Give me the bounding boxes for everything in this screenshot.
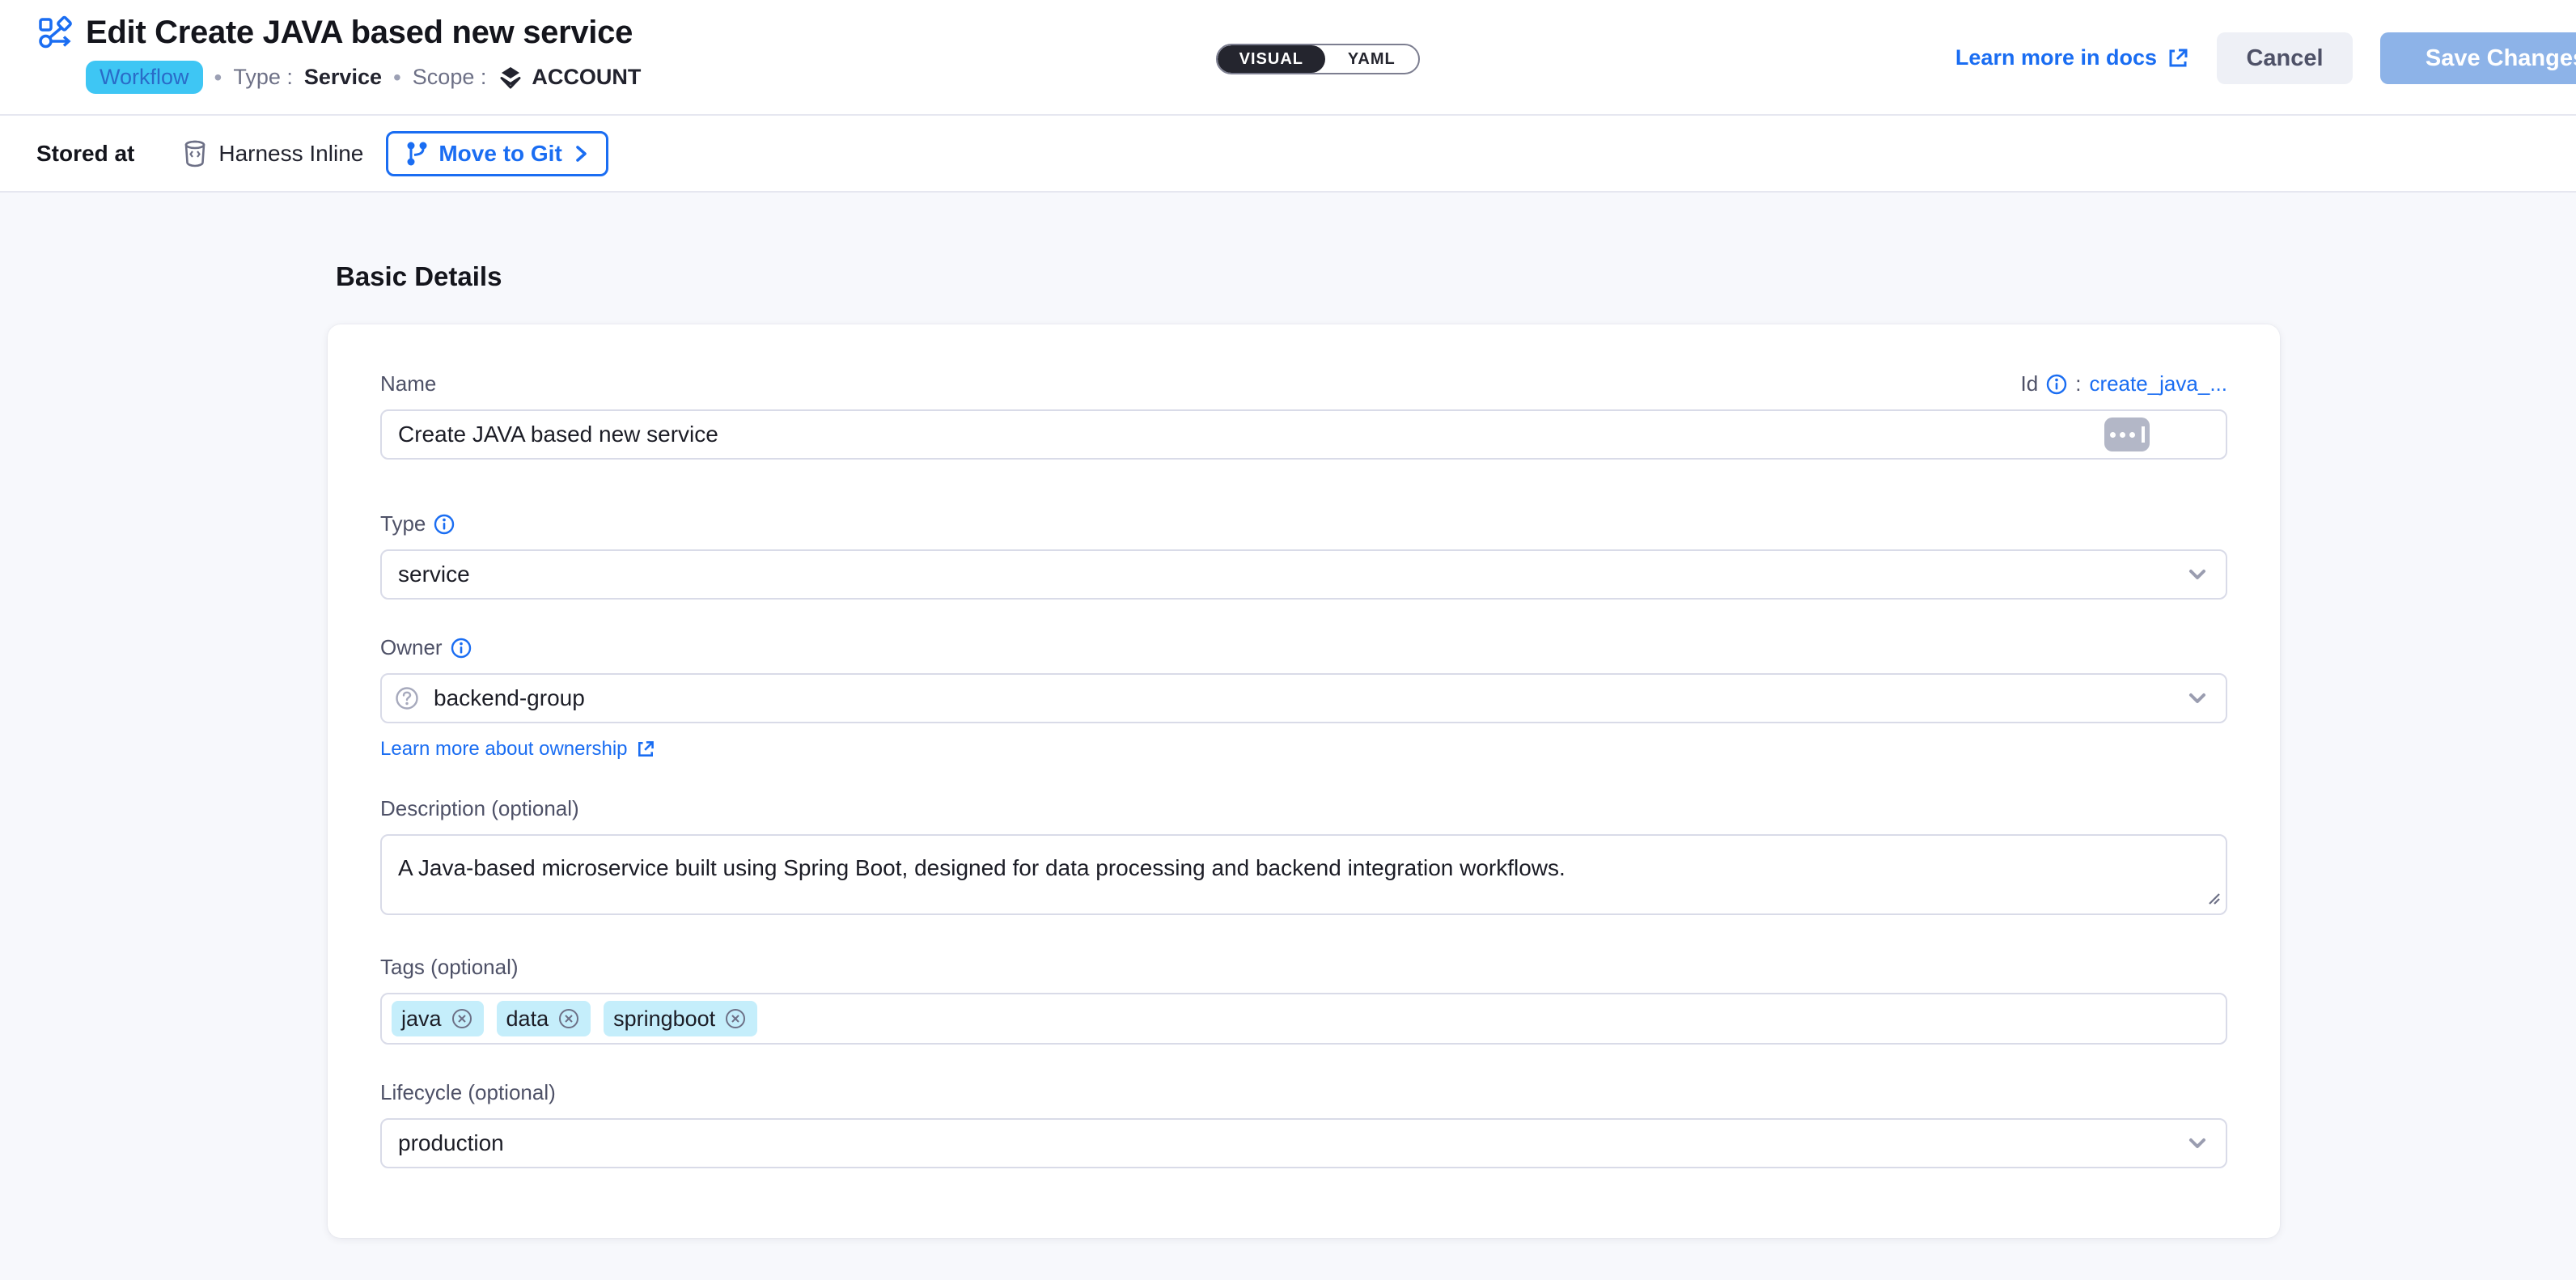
remove-tag-icon[interactable] (557, 1007, 581, 1031)
tag-chip: springboot (604, 1001, 757, 1036)
tag-chip: data (497, 1001, 591, 1036)
type-label: Type (380, 511, 426, 536)
separator-dot: • (214, 65, 222, 91)
lifecycle-select[interactable] (380, 1118, 2227, 1168)
entity-id-value[interactable]: create_java_... (2089, 371, 2227, 396)
entity-id-block: Id : create_java_... (2021, 371, 2227, 396)
chevron-right-icon (572, 143, 590, 164)
storage-bar: Stored at Harness Inline Move to Git (0, 116, 2576, 193)
lifecycle-label: Lifecycle (optional) (380, 1080, 556, 1105)
type-meta-value: Service (304, 65, 382, 90)
separator-dot: • (393, 65, 401, 91)
type-select[interactable] (380, 549, 2227, 600)
entity-meta: Workflow • Type : Service • Scope : ACCO… (86, 61, 641, 94)
tag-chip: java (392, 1001, 484, 1036)
owner-select[interactable] (380, 673, 2227, 723)
ownership-docs-link[interactable]: Learn more about ownership (380, 738, 655, 761)
owner-label: Owner (380, 635, 443, 660)
remove-tag-icon[interactable] (450, 1007, 474, 1031)
basic-details-card: Name Id : create_java_... (328, 324, 2280, 1238)
storage-type-value: Harness Inline (218, 141, 363, 167)
page-title: Edit Create JAVA based new service (86, 15, 633, 51)
resize-handle-icon[interactable] (2203, 888, 2222, 911)
scope-meta-label: Scope : (413, 65, 487, 90)
stored-at-label: Stored at (36, 141, 134, 167)
workflow-badge: Workflow (86, 61, 203, 94)
tags-label: Tags (optional) (380, 955, 519, 980)
git-branch-icon (405, 141, 429, 167)
external-link-icon (636, 740, 655, 759)
id-label: Id (2021, 371, 2039, 396)
id-separator: : (2075, 371, 2081, 396)
external-link-icon (2167, 47, 2189, 70)
name-input[interactable] (380, 409, 2227, 460)
section-title: Basic Details (336, 261, 2576, 292)
name-input-edit-icon[interactable] (2104, 417, 2150, 451)
toggle-visual[interactable]: VISUAL (1218, 45, 1325, 73)
move-to-git-button[interactable]: Move to Git (386, 131, 608, 176)
description-label: Description (optional) (380, 796, 579, 821)
cancel-button[interactable]: Cancel (2217, 32, 2353, 84)
info-icon[interactable] (451, 638, 472, 659)
remove-tag-icon[interactable] (723, 1007, 748, 1031)
toggle-yaml[interactable]: YAML (1325, 45, 1418, 73)
info-icon[interactable] (434, 514, 455, 535)
inline-storage-icon (183, 140, 207, 167)
main-content: Basic Details Name Id : create_java_... (0, 193, 2576, 1238)
info-icon[interactable] (2046, 374, 2067, 395)
description-textarea[interactable]: A Java-based microservice built using Sp… (380, 834, 2227, 915)
workflow-icon (37, 15, 73, 51)
visual-yaml-toggle: VISUAL YAML (1216, 44, 1420, 74)
save-changes-button[interactable]: Save Changes (2380, 32, 2576, 84)
name-label: Name (380, 371, 436, 396)
type-meta-label: Type : (233, 65, 293, 90)
learn-more-docs-link[interactable]: Learn more in docs (1955, 45, 2189, 70)
scope-layers-icon (498, 65, 523, 91)
tags-input[interactable]: java data springboot (380, 993, 2227, 1045)
scope-meta-value: ACCOUNT (532, 65, 641, 90)
page-header: Edit Create JAVA based new service Workf… (0, 0, 2576, 116)
